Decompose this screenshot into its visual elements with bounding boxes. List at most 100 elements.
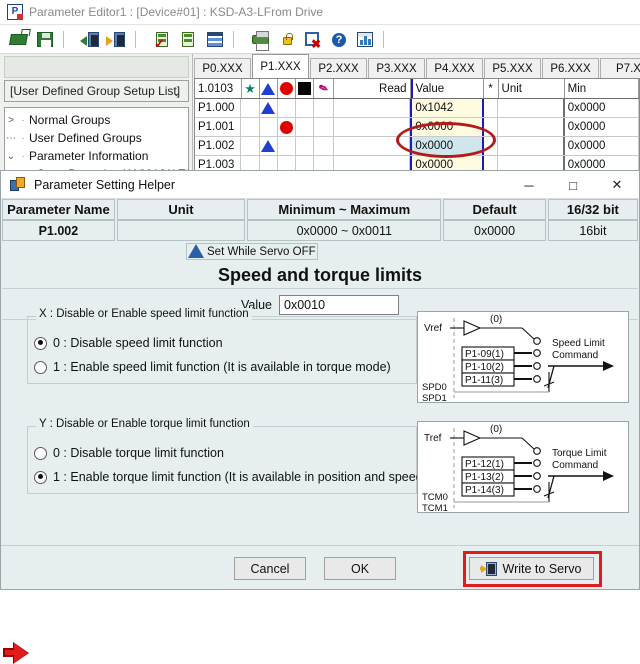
grid-cell-min: 0x0000 bbox=[565, 118, 639, 136]
dialog-heading: Speed and torque limits bbox=[2, 263, 638, 289]
grid-cell-flag2 bbox=[260, 137, 278, 155]
speed-limit-option-0[interactable]: 0 : Disable speed limit function bbox=[34, 333, 223, 353]
ok-button[interactable]: OK bbox=[324, 557, 396, 580]
grid-cell-asterisk bbox=[484, 137, 499, 155]
red-pointer-arrow-icon bbox=[3, 642, 29, 664]
pen-icon[interactable]: ✎ bbox=[314, 79, 335, 98]
close-icon[interactable]: ✕ bbox=[595, 171, 639, 199]
table-row[interactable]: P1.002 0x0000 0x0000 bbox=[195, 137, 639, 156]
toolbar-separator-3 bbox=[233, 30, 234, 48]
tab-p1[interactable]: P1.XXX bbox=[252, 54, 309, 78]
chevron-down-icon: ⌄ bbox=[171, 87, 181, 99]
table-row[interactable]: P1.001 0x0000 0x0000 bbox=[195, 118, 639, 137]
lock-icon[interactable] bbox=[276, 28, 298, 50]
minimize-icon[interactable]: ─ bbox=[507, 171, 551, 199]
grid-header-row: 1.0103 ★ ✎ Read Value * Unit Min bbox=[195, 79, 639, 99]
grid-cell-flag3 bbox=[278, 118, 296, 136]
parameter-grid[interactable]: 1.0103 ★ ✎ Read Value * Unit Min P1.000 … bbox=[194, 78, 640, 173]
parameter-list-icon[interactable] bbox=[204, 28, 226, 50]
write-to-servo-button[interactable]: Write to Servo bbox=[469, 557, 594, 580]
grid-cell-value[interactable]: 0x1042 bbox=[410, 99, 484, 117]
diagram-zero-label: (0) bbox=[490, 314, 502, 325]
dialog-titlebar: Parameter Setting Helper ─ □ ✕ bbox=[1, 171, 639, 199]
collapse-chevron-icon[interactable]: ⌄ bbox=[5, 151, 17, 162]
tab-p0[interactable]: P0.XXX bbox=[194, 58, 251, 78]
write-to-drive-icon[interactable] bbox=[106, 28, 128, 50]
save-file-icon[interactable] bbox=[34, 28, 56, 50]
dialog-title: Parameter Setting Helper bbox=[34, 177, 176, 192]
grid-cell-flag3 bbox=[278, 99, 296, 117]
grid-header-value: Value bbox=[410, 79, 484, 98]
tree-item-label: Parameter Information bbox=[29, 149, 149, 163]
grid-cell-flag2 bbox=[260, 99, 278, 117]
tree-item-parameter-information[interactable]: ⌄ · Parameter Information bbox=[5, 147, 188, 165]
tab-p4[interactable]: P4.XXX bbox=[426, 58, 483, 78]
grid-header-asterisk: * bbox=[484, 79, 499, 98]
torque-limit-option-0[interactable]: 0 : Disable torque limit function bbox=[34, 443, 224, 463]
search-remove-icon[interactable]: ✖ bbox=[302, 28, 324, 50]
grid-cell-flag4 bbox=[296, 118, 315, 136]
tab-p2[interactable]: P2.XXX bbox=[310, 58, 367, 78]
grid-cell-id: P1.002 bbox=[195, 137, 242, 155]
maximize-icon[interactable]: □ bbox=[551, 171, 595, 199]
parameter-editor-icon: P bbox=[7, 4, 23, 20]
tab-p7[interactable]: P7.X bbox=[600, 58, 640, 78]
torque-limit-option-1[interactable]: 1 : Enable torque limit function (It is … bbox=[34, 467, 462, 487]
grid-cell-flag1 bbox=[241, 99, 260, 117]
param-header-range: Minimum ~ Maximum bbox=[247, 199, 442, 220]
torque-limit-option-group: Y : Disable or Enable torque limit funct… bbox=[27, 418, 462, 494]
grid-cell-flag5 bbox=[314, 118, 334, 136]
triangle-icon[interactable] bbox=[260, 79, 278, 98]
radio-icon[interactable] bbox=[34, 446, 47, 460]
radio-icon[interactable] bbox=[34, 470, 47, 484]
table-row[interactable]: P1.000 0x1042 0x0000 bbox=[195, 99, 639, 118]
tab-p6[interactable]: P6.XXX bbox=[542, 58, 599, 78]
monitor-chart-icon[interactable] bbox=[354, 28, 376, 50]
torque-limit-option-0-label: 0 : Disable torque limit function bbox=[53, 446, 224, 460]
circle-icon[interactable] bbox=[278, 79, 297, 98]
grid-header-min: Min bbox=[565, 79, 639, 98]
write-to-servo-icon bbox=[479, 561, 497, 576]
speed-limit-option-group: X : Disable or Enable speed limit functi… bbox=[27, 308, 417, 384]
cancel-button[interactable]: Cancel bbox=[234, 557, 306, 580]
grid-cell-read bbox=[334, 118, 411, 136]
star-icon[interactable]: ★ bbox=[242, 79, 260, 98]
grid-cell-value-selected[interactable]: 0x0000 bbox=[410, 137, 484, 155]
torque-limit-group-legend: Y : Disable or Enable torque limit funct… bbox=[36, 418, 253, 430]
tree-dot-icon: · bbox=[21, 132, 25, 144]
tab-p5[interactable]: P5.XXX bbox=[484, 58, 541, 78]
radio-icon[interactable] bbox=[34, 336, 47, 350]
tree-item-normal-groups[interactable]: > · Normal Groups bbox=[5, 111, 188, 129]
tree-item-label: User Defined Groups bbox=[29, 131, 142, 145]
open-file-icon[interactable] bbox=[8, 28, 30, 50]
speed-limit-group-legend: X : Disable or Enable speed limit functi… bbox=[36, 308, 252, 320]
grid-cell-flag4 bbox=[296, 99, 315, 117]
grid-cell-value[interactable]: 0x0000 bbox=[410, 118, 484, 136]
radio-icon[interactable] bbox=[34, 360, 47, 374]
grid-cell-asterisk bbox=[484, 99, 499, 117]
diagram-input-label: Tref bbox=[424, 433, 442, 444]
speed-limit-option-1[interactable]: 1 : Enable speed limit function (It is a… bbox=[34, 357, 391, 377]
expand-chevron-icon[interactable]: > bbox=[5, 115, 17, 126]
tree-item-user-defined-groups[interactable]: ⋯ · User Defined Groups bbox=[5, 129, 188, 147]
grid-cell-asterisk bbox=[484, 118, 499, 136]
servo-note-row: Set While Servo OFF bbox=[2, 243, 638, 262]
verify-parameter-icon[interactable]: ✓ bbox=[152, 28, 174, 50]
parameter-info-value-row: P1.002 0x0000 ~ 0x0011 0x0000 16bit bbox=[2, 220, 639, 241]
grid-cell-flag1 bbox=[241, 118, 260, 136]
grid-cell-min: 0x0000 bbox=[565, 99, 639, 117]
print-icon[interactable] bbox=[250, 28, 272, 51]
square-icon[interactable] bbox=[296, 79, 315, 98]
value-input[interactable]: 0x0010 bbox=[279, 294, 400, 315]
tab-p3[interactable]: P3.XXX bbox=[368, 58, 425, 78]
read-from-drive-icon[interactable] bbox=[80, 28, 102, 50]
parameter-setting-helper-icon bbox=[10, 176, 26, 193]
speed-limit-diagram: Vref (0) P1-09(1) P1-10(2) P1-11(3) Spee… bbox=[417, 311, 629, 404]
grid-cell-read bbox=[334, 99, 411, 117]
grid-header-read: Read bbox=[334, 79, 411, 98]
compare-parameter-icon[interactable] bbox=[178, 28, 200, 50]
diagram-selector-1: TCM1 bbox=[422, 503, 448, 514]
group-setup-list-dropdown[interactable]: [User Defined Group Setup List] ⌄ bbox=[4, 80, 189, 102]
help-icon[interactable]: ? bbox=[328, 28, 350, 50]
servo-note-text: Set While Servo OFF bbox=[186, 243, 318, 260]
